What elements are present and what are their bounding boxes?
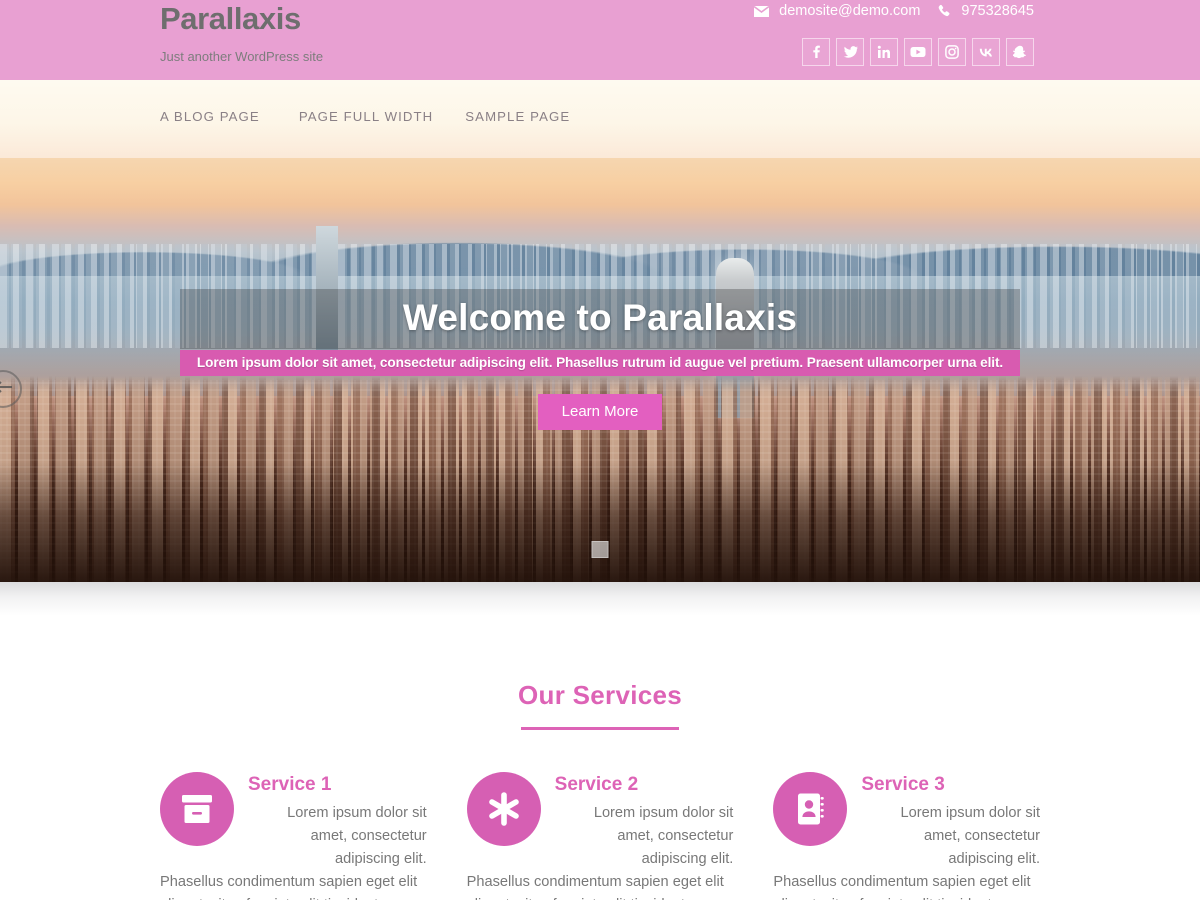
contact-info: demosite@demo.com 975328645 [753,3,1034,19]
service-2-body: Phasellus condimentum sapien eget elit a… [466,874,724,900]
service-2-icon-circle [466,772,541,846]
services-grid: Service 1 Lorem ipsum dolor sit amet, co… [0,770,1200,900]
service-3-title[interactable]: Service 3 [861,772,1040,798]
envelope-icon [753,5,770,18]
social-link-youtube[interactable] [904,38,932,66]
youtube-icon [910,46,926,58]
email-text: demosite@demo.com [779,3,921,19]
service-card-2-top: Service 2 Lorem ipsum dolor sit amet, co… [466,770,734,871]
service-2-title[interactable]: Service 2 [555,772,734,798]
social-link-instagram[interactable] [938,38,966,66]
facebook-icon [809,45,823,59]
nav-item-a-blog-page[interactable]: A BLOG PAGE [160,109,299,124]
asterisk-icon [487,792,521,826]
email-contact[interactable]: demosite@demo.com [753,3,920,19]
hero-foreground-shade [0,462,1200,582]
phone-contact[interactable]: 975328645 [937,3,1034,19]
slider-dot-1[interactable] [591,541,609,558]
service-card-3-top: Service 3 Lorem ipsum dolor sit amet, co… [773,770,1040,871]
site-header: Parallaxis Just another WordPress site d… [0,0,1200,80]
slider-pagination[interactable] [591,541,609,558]
service-card-1: Service 1 Lorem ipsum dolor sit amet, co… [160,770,427,900]
hero-title-backdrop: Welcome to Parallaxis [180,289,1020,349]
social-link-vk[interactable] [972,38,1000,66]
social-link-facebook[interactable] [802,38,830,66]
service-2-header: Service 2 Lorem ipsum dolor sit amet, co… [541,770,734,871]
service-3-lead: Lorem ipsum dolor sit amet, consectetur … [900,805,1041,867]
service-card-3: Service 3 Lorem ipsum dolor sit amet, co… [773,770,1040,900]
services-heading: Our Services [517,680,683,710]
service-3-body: Phasellus condimentum sapien eget elit a… [773,874,1031,900]
service-1-lead: Lorem ipsum dolor sit amet, consectetur … [287,805,427,867]
address-book-icon [795,792,825,826]
service-1-header: Service 1 Lorem ipsum dolor sit amet, co… [234,770,427,871]
services-heading-underline [521,727,679,730]
branding: Parallaxis Just another WordPress site [160,0,323,66]
service-1-icon-circle [160,772,234,846]
main-navigation: A BLOG PAGE PAGE FULL WIDTH SAMPLE PAGE [0,80,1200,158]
hero-slider: Welcome to Parallaxis Lorem ipsum dolor … [0,158,1200,582]
hero-button-wrap: Learn More [180,394,1020,430]
linkedin-icon [877,45,891,59]
hero-caption: Welcome to Parallaxis Lorem ipsum dolor … [180,289,1020,430]
service-3-icon-circle [773,772,848,846]
social-link-snapchat[interactable] [1006,38,1034,66]
site-title[interactable]: Parallaxis [160,0,323,37]
twitter-icon [843,45,858,59]
site-tagline: Just another WordPress site [160,49,324,64]
vk-icon [978,47,994,57]
service-card-1-top: Service 1 Lorem ipsum dolor sit amet, co… [160,770,427,871]
instagram-icon [945,45,959,59]
hero-subtitle: Lorem ipsum dolor sit amet, consectetur … [180,350,1020,376]
social-links [802,38,1034,66]
phone-icon [937,4,952,19]
service-2-lead: Lorem ipsum dolor sit amet, consectetur … [593,805,734,867]
snapchat-icon [1013,45,1027,59]
service-1-title[interactable]: Service 1 [248,772,427,798]
social-link-linkedin[interactable] [870,38,898,66]
nav-item-page-full-width[interactable]: PAGE FULL WIDTH [299,109,465,124]
hero-title: Welcome to Parallaxis [402,297,798,338]
service-3-header: Service 3 Lorem ipsum dolor sit amet, co… [847,770,1040,871]
services-section: Our Services Service 1 Lorem ipsum dolor [0,638,1200,900]
service-card-2: Service 2 Lorem ipsum dolor sit amet, co… [466,770,734,900]
hero-bottom-shadow [0,582,1200,638]
learn-more-button[interactable]: Learn More [537,394,663,430]
arrow-left-icon [0,380,13,399]
archive-box-icon [180,794,214,824]
social-link-twitter[interactable] [836,38,864,66]
phone-text: 975328645 [961,3,1034,19]
service-1-body: Phasellus condimentum sapien eget elit a… [160,874,418,900]
nav-list: A BLOG PAGE PAGE FULL WIDTH SAMPLE PAGE [160,109,608,124]
nav-item-sample-page[interactable]: SAMPLE PAGE [465,109,608,124]
